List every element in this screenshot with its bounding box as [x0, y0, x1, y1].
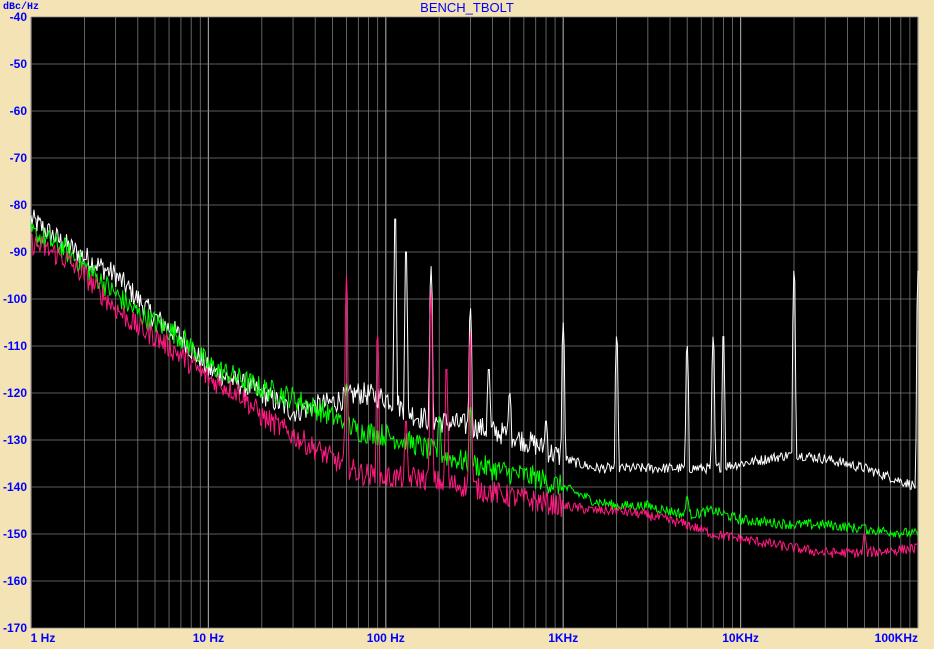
- spectrum-window: dBc/Hz BENCH_TBOLT -40 -50 -60 -70 -80 -90 -10…: [0, 0, 934, 649]
- y-tick-label: -110: [4, 339, 28, 353]
- x-tick-label: 100KHz: [875, 631, 918, 645]
- plot-area: [31, 17, 918, 628]
- y-tick-label: -100: [3, 292, 27, 306]
- x-tick-label: 100 Hz: [367, 631, 405, 645]
- y-tick-label: -170: [3, 621, 27, 635]
- y-tick-label: -50: [10, 57, 28, 71]
- x-tick-label: 10KHz: [722, 631, 759, 645]
- y-tick-label: -130: [3, 433, 27, 447]
- y-tick-label: -150: [3, 527, 27, 541]
- y-tick-label: -120: [3, 386, 27, 400]
- y-tick-label: -80: [10, 198, 28, 212]
- x-tick-label: 10 Hz: [193, 631, 224, 645]
- phase-noise-chart: -40 -50 -60 -70 -80 -90 -100 -110 -120 -130 -140 -1…: [3, 10, 919, 645]
- x-tick-label: 1KHz: [548, 631, 578, 645]
- x-tick-label: 1 Hz: [31, 631, 56, 645]
- y-tick-label: -140: [3, 480, 27, 494]
- y-tick-label: -40: [10, 10, 28, 24]
- y-tick-label: -60: [10, 104, 28, 118]
- y-tick-label: -70: [10, 151, 28, 165]
- y-tick-label: -160: [3, 574, 27, 588]
- y-tick-label: -90: [10, 245, 28, 259]
